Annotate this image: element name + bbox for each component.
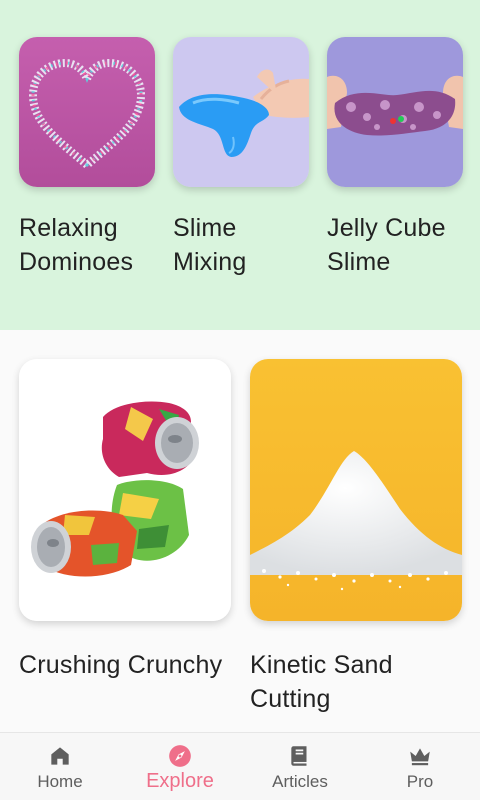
crushed-cans-image: [19, 359, 231, 621]
video-grid-section: Crushing Crunchy Kinetic Sand Cutting: [0, 330, 480, 732]
featured-title-line1: Relaxing: [19, 214, 118, 242]
featured-card-slime-mixing[interactable]: Slime Mixing: [173, 37, 309, 279]
nav-item-articles[interactable]: Articles: [240, 733, 360, 800]
crown-icon: [407, 743, 433, 769]
sand-pile-image: [250, 359, 462, 621]
nav-label-articles: Articles: [272, 772, 328, 791]
featured-title-line1: Jelly Cube: [327, 214, 446, 242]
video-card-kinetic-sand-cutting[interactable]: Kinetic Sand Cutting: [250, 359, 462, 716]
nav-label-pro: Pro: [406, 772, 434, 791]
featured-title-line1: Slime: [173, 214, 237, 242]
video-title-line1: Kinetic Sand: [250, 651, 393, 679]
heart-dominoes-image: [19, 37, 155, 187]
book-icon: [287, 743, 313, 769]
featured-section: Relaxing Dominoes Slime Mixing Jelly Cub…: [0, 0, 480, 330]
explore-screen: Relaxing Dominoes Slime Mixing Jelly Cub…: [0, 0, 480, 800]
video-title-line2: Cutting: [250, 685, 331, 713]
nav-item-pro[interactable]: Pro: [360, 733, 480, 800]
featured-title-line2: Slime: [327, 248, 391, 276]
video-title-line1: Crushing Crunchy: [19, 651, 223, 679]
featured-card-relaxing-dominoes[interactable]: Relaxing Dominoes: [19, 37, 155, 279]
featured-card-jelly-cube-slime[interactable]: Jelly Cube Slime: [327, 37, 463, 279]
featured-title-line2: Dominoes: [19, 248, 134, 276]
home-icon: [47, 743, 73, 769]
nav-label-explore: Explore: [146, 770, 214, 792]
nav-label-home: Home: [37, 772, 83, 791]
bottom-navigation: Home Explore Articles Pro: [0, 732, 480, 800]
purple-slime-image: [327, 37, 463, 187]
nav-item-explore[interactable]: Explore: [120, 733, 240, 800]
compass-icon: [167, 743, 193, 769]
nav-item-home[interactable]: Home: [0, 733, 120, 800]
featured-title-line2: Mixing: [173, 248, 247, 276]
blue-slime-hand-image: [173, 37, 309, 187]
video-card-crushing-crunchy[interactable]: Crushing Crunchy: [19, 359, 231, 682]
